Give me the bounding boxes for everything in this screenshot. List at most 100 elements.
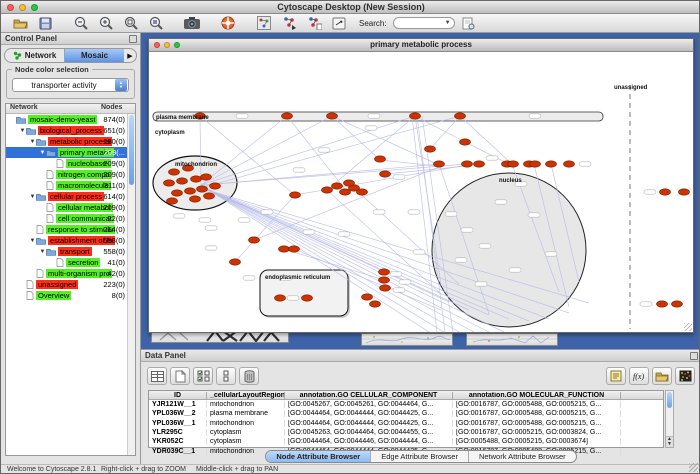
node-label-pill[interactable] — [243, 276, 255, 280]
edge[interactable] — [201, 116, 287, 185]
tree-expander-icon[interactable]: ▼ — [29, 194, 36, 200]
tree-expander-icon[interactable]: ▼ — [39, 150, 46, 156]
table-row[interactable]: YPL036W__1mitochondrion[GO:0044464, GO:0… — [149, 419, 663, 428]
data-panel-float-icon[interactable] — [690, 352, 698, 360]
gene-node[interactable] — [660, 189, 671, 195]
gene-node[interactable] — [375, 156, 386, 162]
node-label-pill[interactable] — [640, 302, 652, 306]
gene-node[interactable] — [434, 161, 445, 167]
zoom-fit-icon[interactable] — [120, 15, 142, 32]
network-overview-icon[interactable] — [253, 15, 275, 32]
node-label-pill[interactable] — [373, 210, 385, 214]
node-label-pill[interactable] — [293, 168, 305, 172]
node-label-pill[interactable] — [368, 114, 380, 118]
gene-node[interactable] — [379, 269, 390, 275]
node-color-attribute-select[interactable]: transporter activity ▲▼ — [12, 78, 129, 92]
gene-node[interactable] — [362, 294, 373, 300]
tree-row-biological-process[interactable]: ▼biological_process651(0) — [6, 125, 135, 136]
gene-node[interactable] — [185, 188, 196, 194]
gene-node[interactable] — [564, 161, 575, 167]
node-label-pill[interactable] — [399, 280, 411, 284]
tree-row-response-to-stimulu[interactable]: response to stimulu264(0) — [6, 224, 135, 235]
node-label-pill[interactable] — [413, 250, 425, 254]
zoom-in-icon[interactable] — [95, 15, 117, 32]
column-header-annotation.GO MOLECULAR_FUNCTION[interactable]: annotation.GO MOLECULAR_FUNCTION — [453, 392, 621, 399]
node-label-pill[interactable] — [509, 268, 521, 272]
gene-node[interactable] — [191, 176, 202, 182]
tree-row-cellular-process[interactable]: ▼cellular process614(0) — [6, 191, 135, 202]
delete-attribute-icon[interactable] — [239, 367, 259, 385]
search-input[interactable]: ▼ — [393, 17, 455, 29]
tree-expander-icon[interactable]: ▼ — [19, 128, 26, 134]
gene-node[interactable] — [327, 113, 338, 119]
tab-mosaic[interactable]: Mosaic — [64, 49, 124, 62]
network-view-window[interactable]: primary metabolic process plasma membran… — [148, 38, 694, 333]
tree-row-nucleobase-[interactable]: nucleobase-209(0) — [6, 158, 135, 169]
gene-node[interactable] — [282, 113, 293, 119]
edge[interactable] — [204, 164, 467, 185]
network-canvas[interactable]: plasma membranecytoplasmmitochondrionnuc… — [149, 52, 693, 332]
gene-node[interactable] — [177, 178, 188, 184]
gene-node[interactable] — [370, 301, 381, 307]
tree-row-establishment-of-lo[interactable]: ▼establishment of lo558(0) — [6, 235, 135, 246]
gene-node[interactable] — [357, 189, 368, 195]
tree-row-cellular-metabol[interactable]: cellular metabol209(0) — [6, 202, 135, 213]
table-scrollbar[interactable]: ▲▼ — [665, 390, 674, 448]
node-label-pill[interactable] — [261, 210, 273, 214]
gene-node[interactable] — [344, 180, 355, 186]
table-row[interactable]: YPL036W__2plasma membrane[GO:0044464, GO… — [149, 409, 663, 418]
node-label-pill[interactable] — [529, 114, 541, 118]
browser-tab-edge[interactable]: Edge Attribute Browser — [371, 451, 469, 462]
network-window-resize-grip[interactable] — [684, 323, 692, 331]
node-label-pill[interactable] — [445, 212, 457, 216]
import-attributes-icon[interactable] — [652, 367, 672, 385]
column-header-ID[interactable]: ID — [149, 392, 207, 399]
network-graph[interactable]: plasma membranecytoplasmmitochondrionnuc… — [149, 52, 693, 332]
gene-node[interactable] — [210, 183, 221, 189]
tab-overflow-arrow-icon[interactable]: ▶ — [124, 52, 136, 60]
search-dropdown-arrow-icon[interactable]: ▼ — [445, 20, 451, 26]
gene-node[interactable] — [302, 295, 313, 301]
column-header-annotation.GO CELLULAR_COMPONENT[interactable]: annotation.GO CELLULAR_COMPONENT — [285, 392, 453, 399]
background-window-3[interactable] — [466, 333, 558, 346]
float-panel-icon[interactable] — [129, 35, 137, 43]
attribute-table[interactable]: ID_cellularLayoutRegionannotation.GO CEL… — [148, 390, 664, 448]
node-label-pill[interactable] — [393, 288, 405, 292]
node-label-pill[interactable] — [455, 258, 467, 262]
gene-node[interactable] — [201, 174, 212, 180]
tree-row-nitrogen-compo[interactable]: nitrogen compo209(0) — [6, 169, 135, 180]
gene-node[interactable] — [380, 171, 391, 177]
gene-node[interactable] — [290, 192, 301, 198]
color-matrix-icon[interactable] — [675, 367, 695, 385]
gene-node[interactable] — [275, 295, 286, 301]
node-label-pill[interactable] — [173, 214, 185, 218]
gene-node[interactable] — [657, 301, 668, 307]
node-label-pill[interactable] — [495, 200, 507, 204]
edge[interactable] — [201, 116, 332, 185]
gene-node[interactable] — [460, 139, 471, 145]
tree-row-multi-organism-pro[interactable]: multi-organism pro42(0) — [6, 268, 135, 279]
gene-node[interactable] — [197, 186, 208, 192]
gene-node[interactable] — [530, 161, 541, 167]
select-attributes-icon[interactable] — [193, 367, 213, 385]
gene-node[interactable] — [410, 113, 421, 119]
node-label-pill[interactable] — [545, 252, 557, 256]
node-label-pill[interactable] — [303, 230, 315, 234]
gene-node[interactable] — [455, 113, 466, 119]
node-label-pill[interactable] — [644, 190, 656, 194]
gene-node[interactable] — [169, 169, 180, 175]
label-notes-icon[interactable] — [606, 367, 626, 385]
node-label-pill[interactable] — [390, 272, 402, 276]
new-attribute-icon[interactable] — [170, 367, 190, 385]
node-label-pill[interactable] — [393, 175, 405, 179]
gene-node[interactable] — [190, 196, 201, 202]
tree-expander-icon[interactable]: ▼ — [29, 139, 36, 145]
edge[interactable] — [287, 116, 344, 188]
node-label-pill[interactable] — [287, 296, 299, 300]
attribute-editor-icon[interactable] — [147, 367, 167, 385]
node-label-pill[interactable] — [408, 210, 420, 214]
help-icon[interactable] — [217, 15, 239, 32]
gene-node[interactable] — [380, 285, 391, 291]
tree-row-metabolic-process[interactable]: ▼metabolic process280(0) — [6, 136, 135, 147]
tree-row-overview[interactable]: Overview8(0) — [6, 290, 135, 301]
